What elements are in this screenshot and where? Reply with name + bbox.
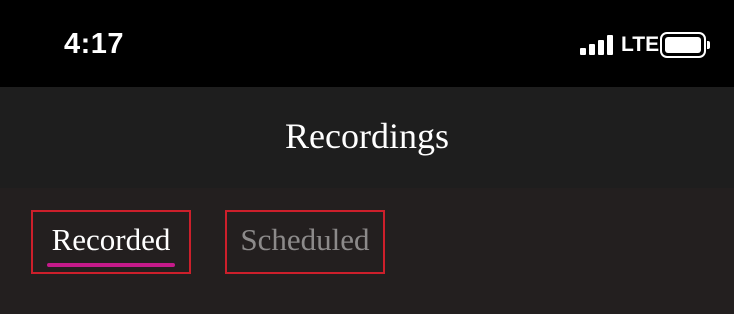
- network-type-label: LTE: [621, 33, 660, 56]
- tab-bar: Recorded Scheduled: [0, 188, 734, 314]
- tab-recorded[interactable]: Recorded: [31, 210, 191, 274]
- tab-recorded-label: Recorded: [51, 222, 171, 257]
- battery-fill: [665, 37, 701, 53]
- signal-bars-icon: [580, 35, 618, 55]
- status-bar: 4:17 LTE: [0, 0, 734, 87]
- recordings-screen: 4:17 LTE Recordings Recorded Scheduled: [0, 0, 734, 314]
- active-tab-indicator: [47, 263, 175, 267]
- tab-scheduled-label: Scheduled: [240, 222, 370, 257]
- tab-scheduled[interactable]: Scheduled: [225, 210, 385, 274]
- navigation-header: Recordings: [0, 87, 734, 188]
- page-title: Recordings: [285, 116, 449, 156]
- status-time: 4:17: [64, 28, 125, 60]
- battery-body: [660, 32, 706, 58]
- battery-cap: [707, 41, 710, 49]
- battery-icon: [660, 32, 710, 58]
